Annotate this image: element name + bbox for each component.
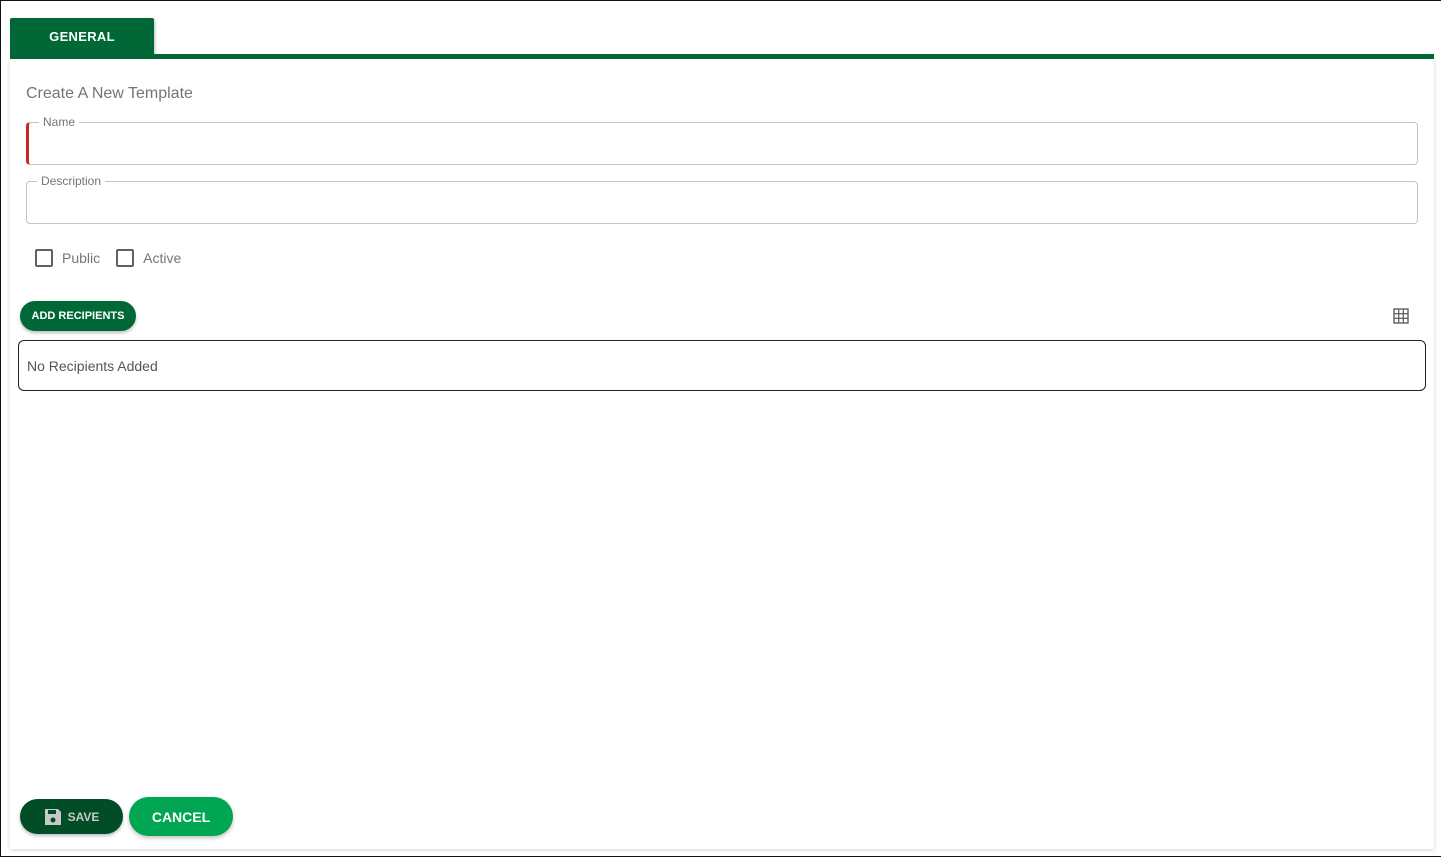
active-checkbox-label: Active xyxy=(143,250,182,266)
add-recipients-button[interactable]: ADD RECIPIENTS xyxy=(20,301,136,331)
grid-icon[interactable] xyxy=(1393,308,1409,324)
active-checkbox[interactable]: Active xyxy=(116,249,181,267)
recipients-empty-text: No Recipients Added xyxy=(27,358,158,374)
public-checkbox[interactable]: Public xyxy=(35,249,100,267)
floppy-disk-icon xyxy=(44,808,61,825)
description-label: Description xyxy=(37,174,106,188)
description-field[interactable]: Description xyxy=(26,174,1418,224)
page-title: Create A New Template xyxy=(26,85,193,102)
name-field[interactable]: Name xyxy=(26,115,1418,165)
recipients-list: No Recipients Added xyxy=(18,340,1426,391)
form-panel: Create A New Template Name Description P… xyxy=(10,59,1434,849)
description-input[interactable] xyxy=(37,194,1397,216)
save-button-label: SAVE xyxy=(67,809,100,824)
name-input[interactable] xyxy=(39,135,1399,157)
public-checkbox-label: Public xyxy=(62,250,101,266)
name-label: Name xyxy=(39,115,80,129)
public-checkbox-box[interactable] xyxy=(35,249,53,267)
checkbox-group: Public Active xyxy=(35,249,197,267)
cancel-button[interactable]: CANCEL xyxy=(129,797,233,836)
active-checkbox-box[interactable] xyxy=(116,249,135,267)
app-frame: GENERAL Create A New Template Name Descr… xyxy=(0,0,1441,857)
save-button[interactable]: SAVE xyxy=(20,799,123,834)
tab-general[interactable]: GENERAL xyxy=(10,18,154,55)
